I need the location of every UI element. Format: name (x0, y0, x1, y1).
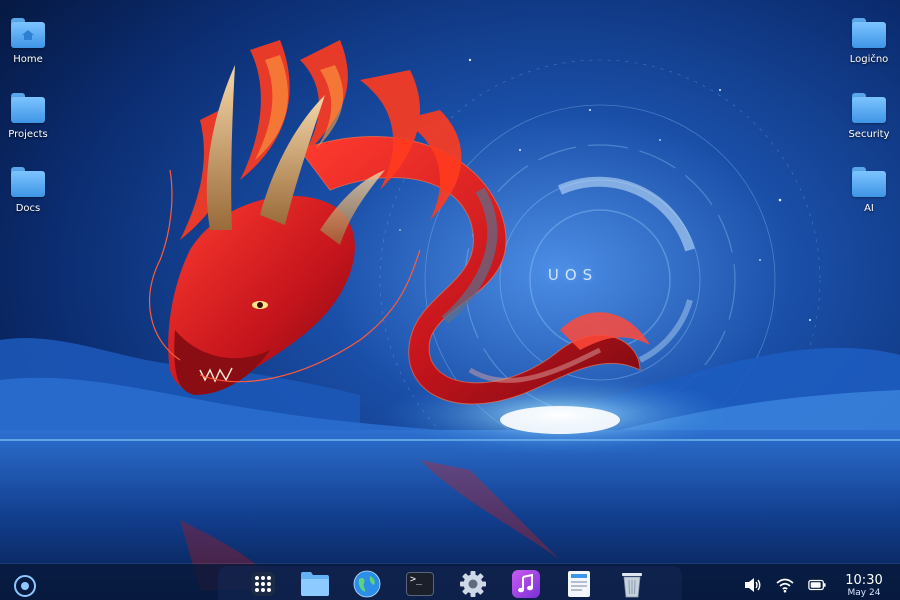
desktop-wallpaper (0, 0, 900, 600)
folder-icon (852, 93, 886, 123)
folder-icon (852, 18, 886, 48)
folder-icon (852, 167, 886, 197)
dock (218, 566, 682, 600)
wifi-icon[interactable] (776, 576, 794, 594)
launcher-icon[interactable] (14, 575, 36, 597)
app-grid-icon[interactable] (248, 569, 278, 599)
terminal-glyph: >_ (406, 572, 434, 596)
desktop-icon-security[interactable]: Security (834, 93, 900, 140)
desktop-icon-label: Logično (849, 54, 889, 65)
folder-icon (11, 93, 45, 123)
terminal-icon[interactable]: >_ (405, 569, 435, 599)
clock-time[interactable]: 10:30 (840, 573, 888, 588)
folder-icon (11, 167, 45, 197)
desktop-icon-docs[interactable]: Docs (0, 167, 63, 214)
desktop-icon-label: Projects (8, 129, 48, 140)
desktop-icon-projects[interactable]: Projects (0, 93, 63, 140)
desktop-icon-label: Docs (15, 203, 41, 214)
globe-icon[interactable] (352, 569, 382, 599)
gear-icon[interactable] (458, 569, 488, 599)
clock-date[interactable]: May 24 (840, 588, 888, 598)
desktop-icon-logicno[interactable]: Logično (834, 18, 900, 65)
trash-icon[interactable] (617, 569, 647, 599)
desktop-icon-ai[interactable]: AI (834, 167, 900, 214)
desktop-icon-home[interactable]: Home (0, 18, 63, 65)
home-folder-icon (11, 18, 45, 48)
desktop-icon-label: Home (13, 54, 43, 65)
file-manager-icon[interactable] (300, 569, 330, 599)
desktop-icon-label: AI (864, 203, 874, 214)
battery-icon[interactable] (808, 576, 826, 594)
speaker-icon[interactable] (744, 576, 762, 594)
document-icon[interactable] (564, 569, 594, 599)
music-icon[interactable] (511, 569, 541, 599)
wallpaper-brand-text: UOS (547, 266, 599, 284)
desktop-icon-label: Security (848, 129, 890, 140)
